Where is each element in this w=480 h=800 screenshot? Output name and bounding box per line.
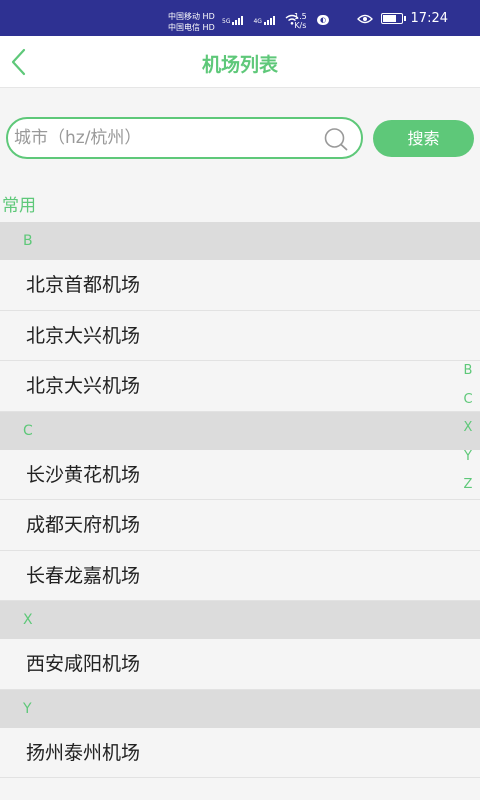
airport-item[interactable]: 北京大兴机场 [0,361,480,412]
header-bar: 机场列表 [0,36,480,88]
group-header-x: X [0,601,480,639]
speed-unit: K/s [294,21,307,30]
eye-icon [356,14,373,23]
speed-value: 1.5 [294,12,307,21]
alphabet-index: B C X Y Z [462,362,474,505]
signal-area: 5G 4G [222,13,299,25]
search-input[interactable] [14,124,314,152]
status-right: 17:24 [356,11,448,26]
index-letter-b[interactable]: B [462,362,474,391]
clock: 17:24 [410,11,448,26]
airport-item[interactable]: 成都天府机场 [0,500,480,551]
index-letter-z[interactable]: Z [462,476,474,505]
airport-item[interactable]: 北京首都机场 [0,260,480,311]
index-letter-x[interactable]: X [462,419,474,448]
airport-item[interactable]: 北京大兴机场 [0,310,480,361]
hd-badge: HD [202,12,215,21]
page-title: 机场列表 [201,54,278,76]
index-letter-c[interactable]: C [462,391,474,420]
group-header-y: Y [0,689,480,728]
network-speed: 1.5 K/s [294,12,307,30]
carrier-2-name: 中国电信 [168,23,200,32]
carrier-1-name: 中国移动 [168,12,200,21]
status-bar: 中国移动 HD 中国电信 HD 5G 4G 1.5 K/s ◐ 17:24 [0,0,480,36]
airport-item[interactable]: 长沙黄花机场 [0,449,480,500]
index-letter-y[interactable]: Y [462,448,474,477]
network-type: 5G [222,18,231,25]
group-header-b: B [0,222,480,260]
network-type-2: 4G [253,18,262,25]
search-button[interactable]: 搜索 [373,120,474,157]
carrier-info: 中国移动 HD 中国电信 HD [168,11,215,33]
hd-badge-2: HD [202,23,215,32]
signal-strength-icon-2: 4G [253,16,275,25]
airport-item[interactable]: 长春龙嘉机场 [0,550,480,601]
airport-list: B 北京首都机场 北京大兴机场 北京大兴机场 C 长沙黄花机场 成都天府机场 长… [0,222,480,778]
signal-strength-icon: 5G [222,16,244,25]
airport-item[interactable]: 西安咸阳机场 [0,639,480,690]
battery-icon [380,13,406,24]
airport-item[interactable]: 扬州泰州机场 [0,727,480,778]
notification-badge-icon: ◐ [317,15,329,25]
search-icon[interactable] [323,127,349,151]
common-section-label: 常用 [2,196,36,216]
search-box [6,117,363,159]
group-header-c: C [0,411,480,450]
